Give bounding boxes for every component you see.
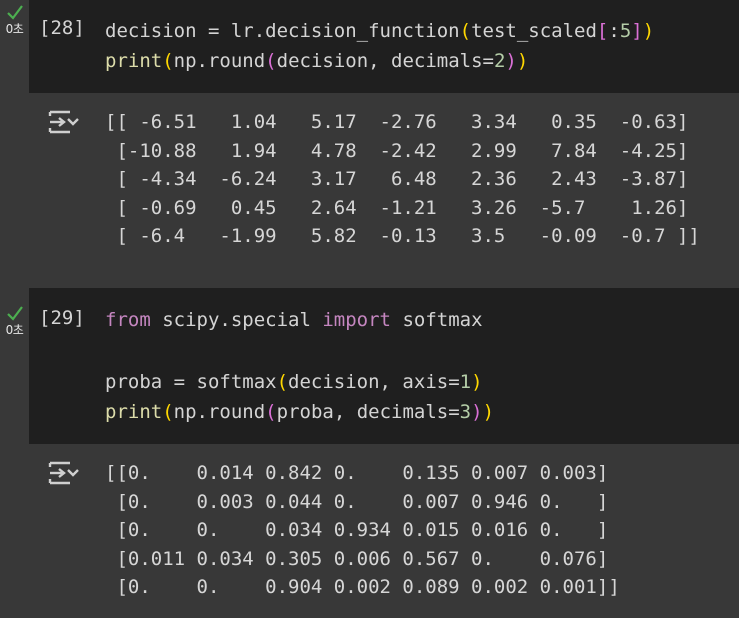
code-token: np.round (173, 50, 266, 72)
code-cell-28[interactable]: 0초 [28] decision = lr.decision_function(… (0, 0, 739, 270)
code-token: 1 (459, 371, 472, 393)
code-token: proba = softmax (105, 371, 277, 393)
code-token: ) (642, 20, 655, 42)
output-line: [0. 0.003 0.044 0. 0.007 0.946 0. ] (105, 491, 609, 513)
code-token: print (105, 401, 163, 423)
output-toggle-icon[interactable] (46, 460, 80, 486)
output-toggle-icon[interactable] (46, 109, 80, 135)
code-line: print(np.round(proba, decimals=3)) (105, 397, 494, 427)
code-token: ( (265, 50, 277, 72)
code-token: ) (516, 50, 529, 72)
cell-output: [[ -6.51 1.04 5.17 -2.76 3.34 0.35 -0.63… (29, 93, 739, 263)
code-token: import (322, 309, 391, 331)
output-line: [0. 0. 0.034 0.934 0.015 0.016 0. ] (105, 519, 609, 541)
code-line: decision = lr.decision_function(test_sca… (105, 16, 654, 46)
output-line: [0. 0. 0.904 0.002 0.089 0.002 0.001]] (105, 576, 620, 598)
code-token: ) (482, 401, 495, 423)
code-token: decision = lr.decision_function (105, 20, 460, 42)
code-line: from scipy.special import softmax (105, 305, 483, 335)
output-line: [ -4.34 -6.24 3.17 6.48 2.36 2.43 -3.87] (105, 168, 689, 190)
code-token: ) (505, 50, 517, 72)
code-token: scipy.special (150, 309, 323, 331)
code-token: from (105, 309, 151, 331)
execution-count: [28] (39, 17, 85, 39)
output-line: [0.011 0.034 0.305 0.006 0.567 0. 0.076] (105, 548, 609, 570)
code-token: 5 (619, 20, 632, 42)
cell-output: [[0. 0.014 0.842 0. 0.135 0.007 0.003] [… (29, 444, 739, 618)
code-token: proba, decimals= (276, 401, 460, 423)
code-token: ( (265, 401, 277, 423)
output-line: [[ -6.51 1.04 5.17 -2.76 3.34 0.35 -0.63… (105, 111, 689, 133)
code-token: decision, decimals= (276, 50, 494, 72)
code-line: proba = softmax(decision, axis=1) (105, 367, 483, 397)
code-token: print (105, 50, 163, 72)
output-line: [ -6.4 -1.99 5.82 -0.13 3.5 -0.09 -0.7 ]… (105, 225, 700, 247)
output-line: [[0. 0.014 0.842 0. 0.135 0.007 0.003] (105, 462, 609, 484)
code-token: ) (471, 401, 483, 423)
check-icon (6, 5, 23, 20)
cell-status-gutter: 0초 (0, 0, 29, 37)
code-token: np.round (173, 401, 266, 423)
code-token: 2 (493, 50, 506, 72)
execution-time: 0초 (5, 22, 24, 36)
code-token: : (608, 20, 620, 42)
code-token: ( (162, 401, 174, 423)
code-token: ) (471, 371, 483, 393)
code-token: ] (631, 20, 643, 42)
code-line: print(np.round(decision, decimals=2)) (105, 46, 528, 76)
notebook-page: 0초 [28] decision = lr.decision_function(… (0, 0, 739, 618)
code-cell-29[interactable]: 0초 [29] from scipy.special import softma… (0, 288, 739, 618)
code-token: test_scaled (471, 20, 597, 42)
code-token: ( (276, 371, 289, 393)
code-token: [ (596, 20, 609, 42)
cell-status-gutter: 0초 (0, 288, 29, 338)
code-token: ( (162, 50, 174, 72)
code-editor[interactable]: [28] decision = lr.decision_function(tes… (29, 0, 739, 93)
code-token: softmax (391, 309, 483, 331)
code-token: decision, axis= (288, 371, 460, 393)
execution-count: [29] (39, 307, 85, 329)
execution-time: 0초 (5, 323, 24, 337)
code-token: 3 (459, 401, 472, 423)
check-icon (6, 306, 23, 321)
output-line: [ -0.69 0.45 2.64 -1.21 3.26 -5.7 1.26] (105, 197, 689, 219)
code-editor[interactable]: [29] from scipy.special import softmax p… (29, 288, 739, 444)
code-token: ( (459, 20, 472, 42)
output-line: [-10.88 1.94 4.78 -2.42 2.99 7.84 -4.25] (105, 140, 689, 162)
